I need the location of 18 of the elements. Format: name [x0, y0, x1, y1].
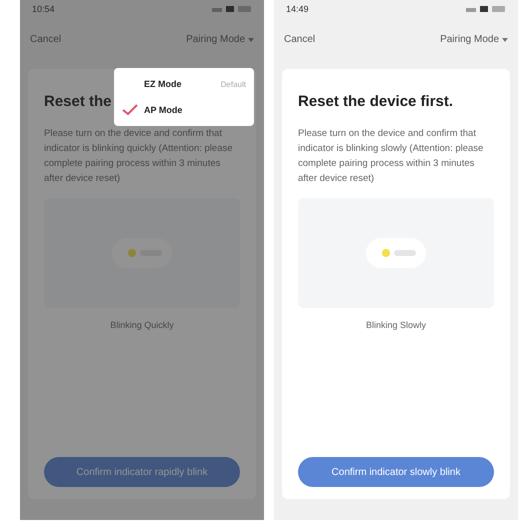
heading: Reset the device first. — [298, 93, 454, 110]
caret-icon — [248, 38, 254, 42]
confirm-button[interactable]: Confirm indicator slowly blink — [298, 457, 494, 487]
status-icons — [212, 5, 252, 13]
instruction-text: Please turn on the device and confirm that indicator is blinking slowly (Attention: please complete pairing process within 3 minutes after device reset) — [298, 127, 484, 186]
pairing-mode-button[interactable]: Pairing Mode — [440, 34, 508, 45]
instruction-text: Please turn on the device and confirm that indicator is blinking quickly (Attention: please complete pairing process within 3 minutes after device reset) — [44, 127, 234, 186]
heading: Reset the — [44, 93, 112, 110]
status-time: 14:49 — [286, 4, 309, 14]
default-tag: Default — [220, 80, 246, 88]
blink-caption: Blinking Quickly — [110, 320, 174, 330]
menu-item[interactable]: EZ Mode Default — [122, 72, 246, 96]
status-time: 10:54 — [32, 4, 55, 14]
menu-item[interactable]: AP Mode — [122, 98, 246, 122]
caret-icon — [502, 38, 508, 42]
status-icons — [466, 5, 506, 13]
cancel-link[interactable]: Cancel — [284, 34, 316, 45]
blink-caption: Blinking Slowly — [366, 320, 426, 330]
